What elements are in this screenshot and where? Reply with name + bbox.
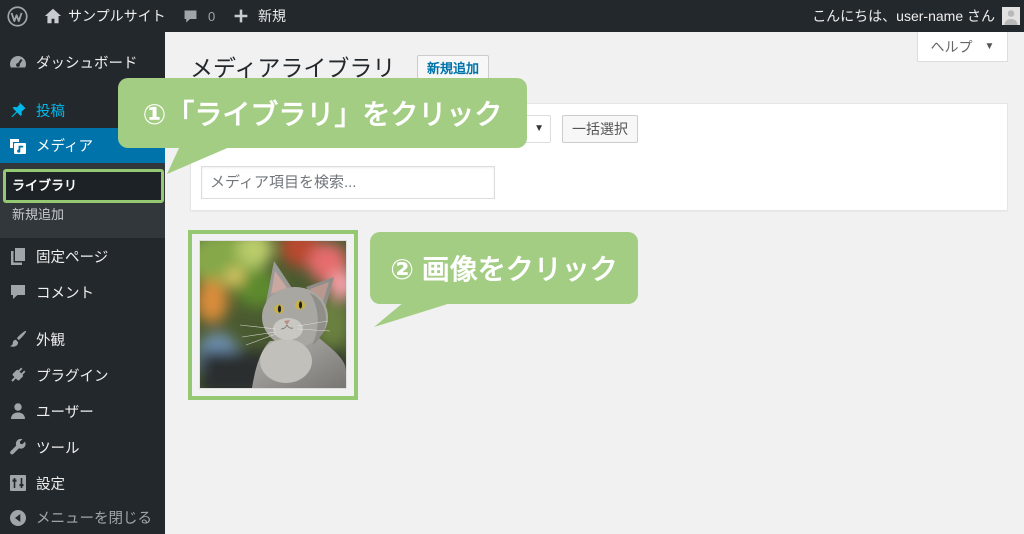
settings-icon <box>8 473 28 493</box>
my-account-menu[interactable]: こんにちは、user-name さん <box>812 0 1020 32</box>
menu-item-label: 投稿 <box>36 103 65 120</box>
bulk-select-button[interactable]: 一括選択 <box>562 115 638 143</box>
site-name-link[interactable]: サンプルサイト <box>44 0 166 32</box>
help-tab-button[interactable]: ヘルプ ▼ <box>917 32 1008 62</box>
collapse-menu-button[interactable]: メニューを閉じる <box>0 501 165 534</box>
menu-item-label: メニューを閉じる <box>36 511 152 527</box>
wp-admin-media-library: サンプルサイト 0 新規 こんにちは、user-name さん ダッシュボード … <box>0 0 1024 534</box>
submenu-item-library[interactable]: ライブラリ <box>0 171 165 201</box>
callout-2-tail <box>374 302 454 327</box>
comment-icon <box>8 282 28 302</box>
pages-icon <box>8 246 28 266</box>
menu-item-label: ユーザー <box>36 404 94 421</box>
menu-item-label: メディア <box>36 139 93 155</box>
user-avatar-icon <box>1002 7 1020 25</box>
wordpress-logo-icon <box>7 5 28 27</box>
attachment-thumbnail[interactable] <box>200 241 346 388</box>
wordpress-menu[interactable] <box>7 0 28 32</box>
site-name: サンプルサイト <box>68 8 166 24</box>
media-icon <box>8 136 28 156</box>
comments-count: 0 <box>208 8 216 24</box>
collapse-arrow-icon <box>8 508 28 528</box>
home-icon <box>44 7 62 25</box>
help-tab-label: ヘルプ <box>930 38 973 55</box>
menu-item-label: 固定ページ <box>36 249 109 266</box>
dashboard-icon <box>8 52 28 72</box>
plus-icon <box>233 8 249 24</box>
menu-item-dashboard[interactable]: ダッシュボード <box>0 45 165 79</box>
callout-step-1: ①「ライブラリ」をクリック <box>118 78 527 148</box>
new-content-label: 新規 <box>258 8 286 24</box>
menu-item-label: 設定 <box>36 476 65 493</box>
menu-item-label: 外観 <box>36 332 65 349</box>
greeting: こんにちは、user-name さん <box>812 8 995 24</box>
submenu-item-add-new[interactable]: 新規追加 <box>0 200 165 230</box>
menu-item-label: コメント <box>36 285 94 302</box>
menu-item-tools[interactable]: ツール <box>0 430 165 464</box>
menu-item-plugins[interactable]: プラグイン <box>0 358 165 392</box>
chevron-down-icon: ▼ <box>984 41 995 52</box>
user-icon <box>8 401 28 421</box>
comments-link[interactable]: 0 <box>182 0 215 32</box>
menu-item-pages[interactable]: 固定ページ <box>0 239 165 273</box>
wrench-icon <box>8 437 28 457</box>
new-content-menu[interactable]: 新規 <box>233 0 286 32</box>
media-submenu: ライブラリ 新規追加 <box>0 163 165 238</box>
paintbrush-icon <box>8 329 28 349</box>
menu-item-appearance[interactable]: 外観 <box>0 322 165 356</box>
dropdown-arrow-icon: ▼ <box>534 123 544 134</box>
menu-item-settings[interactable]: 設定 <box>0 466 165 500</box>
callout-step-2: ② 画像をクリック <box>370 232 638 304</box>
menu-item-label: ダッシュボード <box>36 55 138 72</box>
menu-item-users[interactable]: ユーザー <box>0 394 165 428</box>
menu-item-label: プラグイン <box>36 368 109 385</box>
admin-bar: サンプルサイト 0 新規 こんにちは、user-name さん <box>0 0 1024 32</box>
menu-item-comments[interactable]: コメント <box>0 275 165 309</box>
pushpin-icon <box>8 100 28 120</box>
attachment-thumbnail-image <box>200 241 346 388</box>
menu-item-label: ツール <box>36 440 80 457</box>
media-search-input[interactable] <box>201 166 495 199</box>
plugin-icon <box>8 365 28 385</box>
comment-icon <box>182 8 199 25</box>
